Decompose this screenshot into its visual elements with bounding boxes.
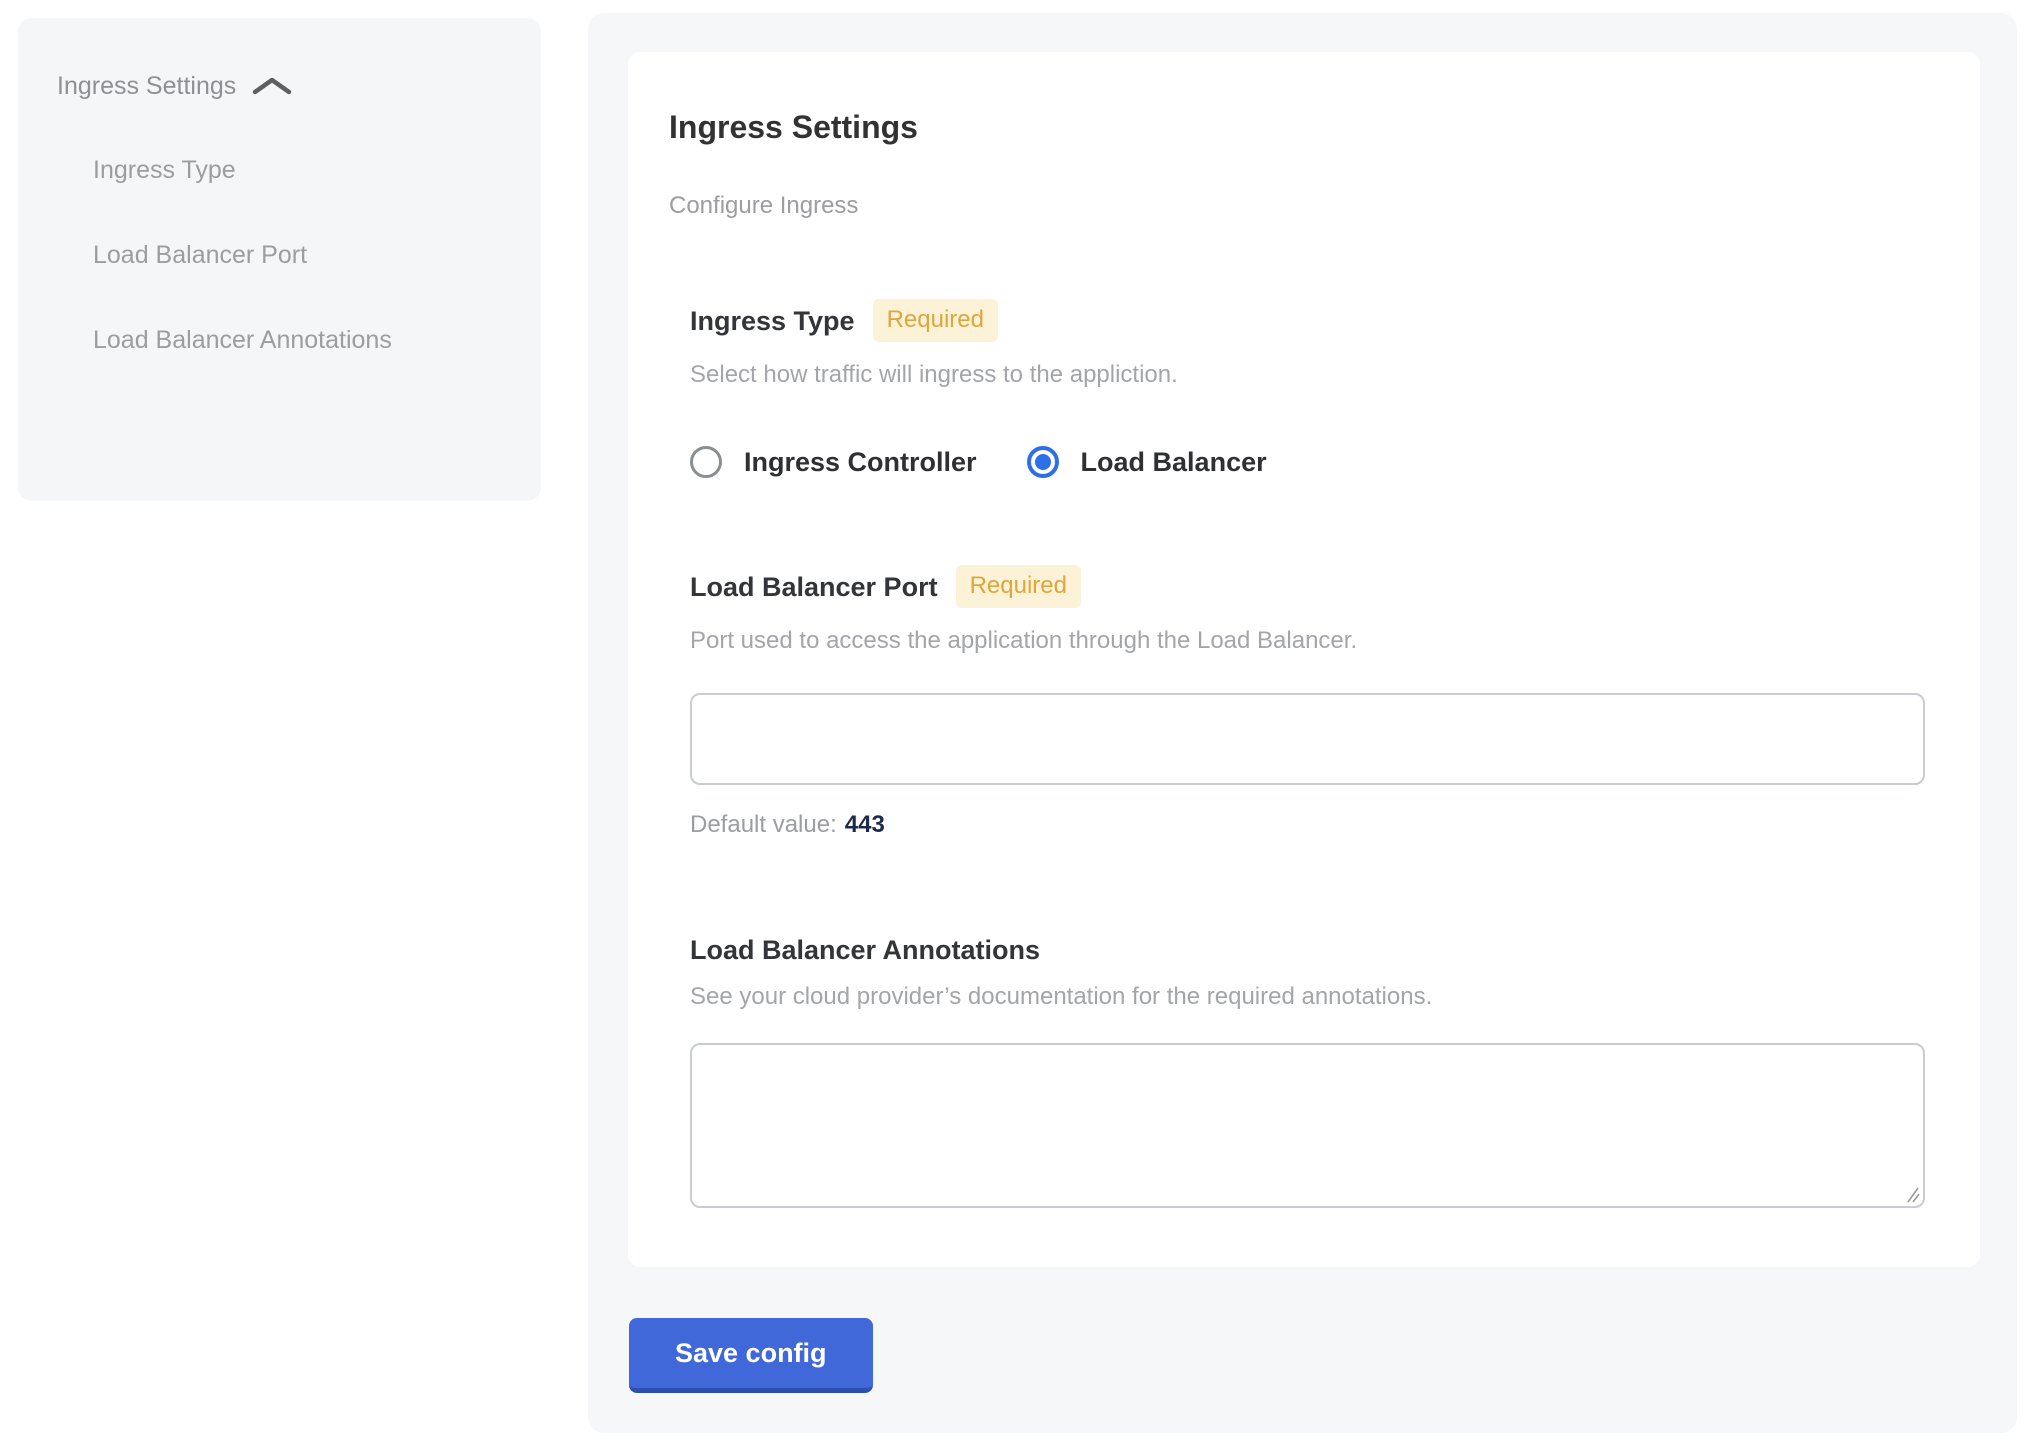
- radio-unselected-icon[interactable]: [690, 446, 722, 478]
- ingress-type-help: Select how traffic will ingress to the a…: [690, 360, 1920, 390]
- load-balancer-port-help: Port used to access the application thro…: [690, 626, 1920, 656]
- load-balancer-port-heading: Load Balancer Port: [690, 567, 938, 607]
- section-load-balancer-annotations: Load Balancer Annotations See your cloud…: [690, 930, 1920, 1208]
- chevron-up-icon: [252, 77, 292, 95]
- radio-option-load-balancer[interactable]: Load Balancer: [1027, 442, 1267, 482]
- sidebar-group-label: Ingress Settings: [57, 66, 236, 106]
- radio-dot: [1035, 454, 1051, 470]
- default-value-number: 443: [845, 811, 885, 838]
- required-badge: Required: [873, 299, 998, 342]
- load-balancer-annotations-textarea[interactable]: [690, 1043, 1925, 1208]
- sidebar-item-load-balancer-port[interactable]: Load Balancer Port: [93, 226, 423, 284]
- save-config-button[interactable]: Save config: [629, 1318, 873, 1393]
- ingress-settings-card: Ingress Settings Configure Ingress Ingre…: [628, 52, 1980, 1267]
- radio-label-load-balancer[interactable]: Load Balancer: [1081, 442, 1267, 482]
- sidebar-item-load-balancer-annotations[interactable]: Load Balancer Annotations: [93, 311, 423, 369]
- load-balancer-annotations-help: See your cloud provider’s documentation …: [690, 982, 1920, 1012]
- default-value-line: Default value: 443: [690, 810, 1920, 840]
- config-main-panel: Ingress Settings Configure Ingress Ingre…: [588, 13, 2017, 1433]
- load-balancer-annotations-heading-row: Load Balancer Annotations: [690, 930, 1920, 970]
- load-balancer-annotations-textarea-wrap: [690, 1043, 1925, 1208]
- resize-handle-icon[interactable]: [1902, 1185, 1920, 1203]
- page-title: Ingress Settings: [669, 108, 1920, 146]
- section-ingress-type: Ingress Type Required Select how traffic…: [690, 299, 1920, 482]
- radio-label-ingress-controller[interactable]: Ingress Controller: [744, 442, 977, 482]
- sidebar-item-ingress-type[interactable]: Ingress Type: [93, 141, 423, 199]
- ingress-type-heading-row: Ingress Type Required: [690, 299, 1920, 342]
- load-balancer-port-input[interactable]: [690, 693, 1925, 785]
- ingress-type-heading: Ingress Type: [690, 301, 855, 341]
- config-nav-sidebar: Ingress Settings Ingress Type Load Balan…: [18, 18, 541, 501]
- page-subtitle: Configure Ingress: [669, 191, 1920, 221]
- radio-selected-icon[interactable]: [1027, 446, 1059, 478]
- radio-option-ingress-controller[interactable]: Ingress Controller: [690, 442, 977, 482]
- sidebar-group-ingress-settings[interactable]: Ingress Settings: [57, 66, 517, 106]
- required-badge: Required: [956, 565, 1081, 608]
- default-value-label: Default value:: [690, 811, 837, 838]
- section-load-balancer-port: Load Balancer Port Required Port used to…: [690, 565, 1920, 840]
- sidebar-item-list: Ingress Type Load Balancer Port Load Bal…: [57, 141, 517, 369]
- load-balancer-port-heading-row: Load Balancer Port Required: [690, 565, 1920, 608]
- load-balancer-annotations-heading: Load Balancer Annotations: [690, 930, 1040, 970]
- ingress-type-radio-group: Ingress Controller Load Balancer: [690, 442, 1920, 482]
